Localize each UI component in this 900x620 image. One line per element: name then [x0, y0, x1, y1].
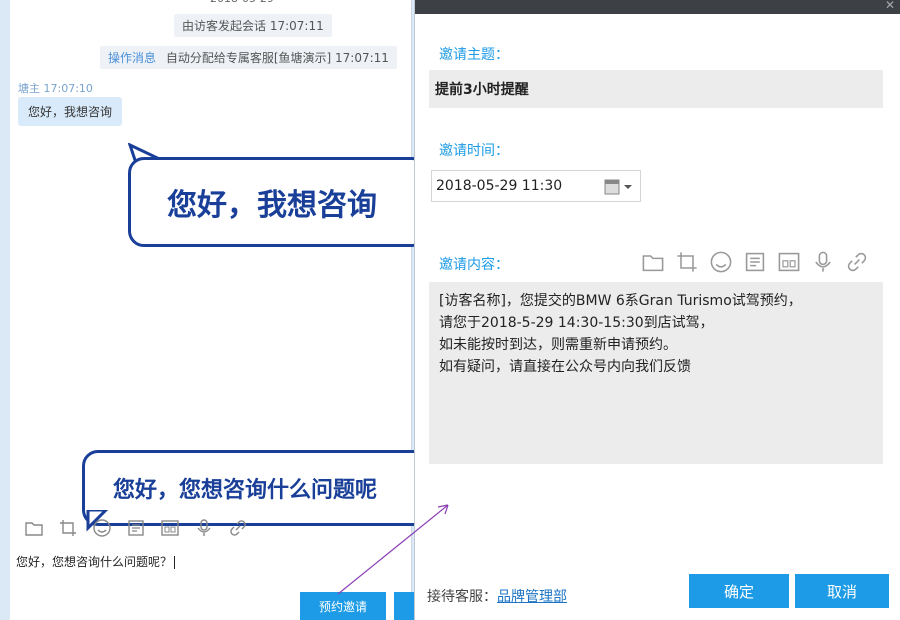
- visitor-message-bubble: 您好，我想咨询: [18, 97, 123, 126]
- folder-icon[interactable]: [24, 518, 44, 538]
- emoji-icon[interactable]: [709, 250, 733, 274]
- message-input[interactable]: 您好，您想咨询什么问题呢？: [16, 553, 176, 570]
- cancel-button[interactable]: 取消: [795, 574, 889, 608]
- time-label: 邀请时间：: [439, 143, 509, 159]
- link-icon[interactable]: [845, 250, 869, 274]
- screenshot-icon[interactable]: [160, 518, 180, 538]
- time-picker[interactable]: 2018-05-29 11:30: [431, 170, 641, 202]
- agent-link[interactable]: 品牌管理部: [497, 589, 567, 605]
- invitation-dialog: ✕ 邀请主题： 提前3小时提醒 邀请时间： 2018-05-29 11:30 邀…: [414, 0, 900, 620]
- crop-icon[interactable]: [58, 518, 78, 538]
- callout-reply: 您好，您想咨询什么问题呢: [82, 450, 432, 526]
- calendar-icon[interactable]: [604, 178, 634, 196]
- content-label: 邀请内容：: [439, 257, 509, 273]
- emoji-icon[interactable]: [92, 518, 112, 538]
- callout-greeting-text: 您好，我想咨询: [167, 188, 377, 223]
- operation-message: 操作消息 自动分配给专属客服[鱼塘演示] 17:07:11: [100, 46, 397, 69]
- system-message: 由访客发起会话 17:07:11: [174, 14, 332, 37]
- folder-icon[interactable]: [641, 250, 665, 274]
- link-icon[interactable]: [228, 518, 248, 538]
- subject-field[interactable]: 提前3小时提醒: [429, 70, 883, 108]
- callout-reply-text: 您好，您想咨询什么问题呢: [113, 478, 378, 503]
- content-toolbar: [641, 250, 869, 274]
- message-input-text: 您好，您想咨询什么问题呢？: [16, 555, 173, 569]
- chat-window: 2018-05-29 由访客发起会话 17:07:11 操作消息 自动分配给专属…: [10, 0, 432, 620]
- close-icon[interactable]: ✕: [885, 0, 895, 12]
- agent-row: 接待客服：品牌管理部: [427, 586, 567, 606]
- callout-greeting: 您好，我想咨询: [128, 157, 428, 247]
- template-icon[interactable]: [126, 518, 146, 538]
- content-line: [访客名称]，您提交的BMW 6系Gran Turismo试驾预约，: [439, 293, 802, 309]
- content-line: 如有疑问，请直接在公众号内向我们反馈: [439, 359, 691, 375]
- chat-editor-toolbar: [24, 518, 248, 538]
- content-line: 请您于2018-5-29 14:30-15:30到店试驾，: [439, 315, 714, 331]
- microphone-icon[interactable]: [194, 518, 214, 538]
- screenshot-icon[interactable]: [777, 250, 801, 274]
- visitor-sender: 塘主 17:07:10: [18, 82, 93, 95]
- invite-appointment-button[interactable]: 预约邀请: [300, 592, 386, 620]
- confirm-button[interactable]: 确定: [689, 574, 789, 608]
- time-value: 2018-05-29 11:30: [436, 178, 563, 194]
- chat-date: 2018-05-29: [210, 0, 274, 5]
- text-caret: [174, 556, 176, 569]
- microphone-icon[interactable]: [811, 250, 835, 274]
- operation-message-text: 自动分配给专属客服[鱼塘演示] 17:07:11: [165, 51, 389, 65]
- template-icon[interactable]: [743, 250, 767, 274]
- subject-label: 邀请主题：: [439, 47, 509, 63]
- system-message-text: 由访客发起会话 17:07:11: [182, 19, 324, 33]
- dialog-titlebar: ✕: [415, 0, 900, 14]
- agent-label: 接待客服：: [427, 589, 497, 605]
- crop-icon[interactable]: [675, 250, 699, 274]
- content-line: 如未能按时到达，则需重新申请预约。: [439, 337, 677, 353]
- content-field[interactable]: [访客名称]，您提交的BMW 6系Gran Turismo试驾预约， 请您于20…: [429, 282, 883, 464]
- operation-tag: 操作消息: [108, 51, 157, 65]
